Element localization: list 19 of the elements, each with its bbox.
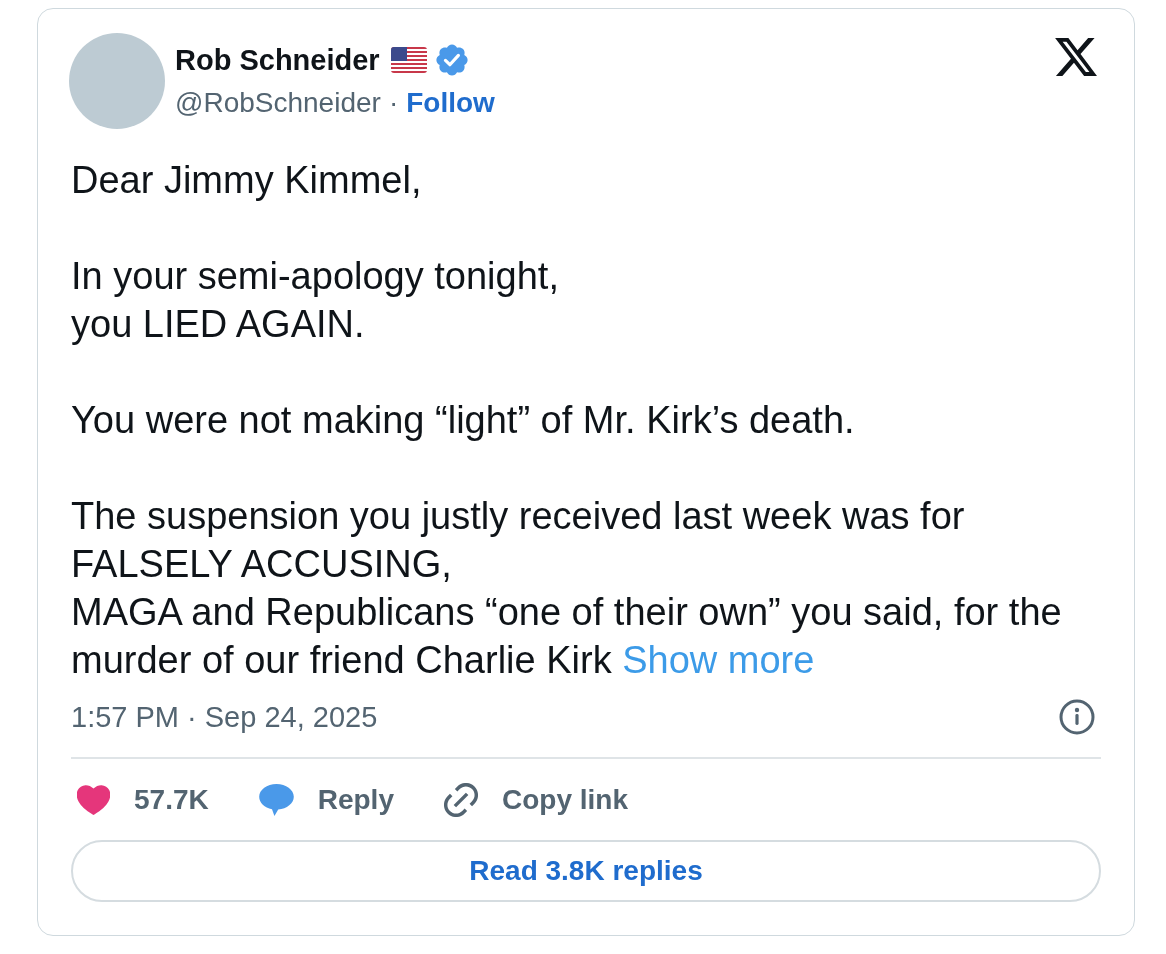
tweet-paragraph: The suspension you justly received last week was for FALSELY ACCUSING, MAGA and Republicans “one of their own” you said, for the murder of our friend Charlie Kirk Show more (71, 494, 1062, 683)
author-name[interactable]: Rob Schneider (175, 42, 380, 78)
like-button[interactable]: 57.7K (77, 782, 209, 818)
speech-bubble-icon (258, 784, 294, 816)
heart-icon (77, 785, 110, 815)
read-replies-button[interactable]: Read 3.8K replies (71, 840, 1101, 902)
tweet-paragraph: Dear Jimmy Kimmel, (71, 158, 422, 203)
separator-dot: · (388, 86, 399, 120)
info-icon[interactable] (1059, 699, 1095, 735)
x-logo-icon[interactable] (1055, 37, 1097, 77)
copy-link-button[interactable]: Copy link (443, 782, 628, 818)
reply-button[interactable]: Reply (258, 782, 394, 818)
timestamp-link[interactable]: 1:57 PM · Sep 24, 2025 (71, 699, 378, 735)
author-handle[interactable]: @RobSchneider (175, 85, 381, 121)
link-icon (443, 783, 478, 817)
flag-icon (390, 47, 427, 73)
tweet-paragraph: In your semi-apology tonight, you LIED AGAIN. (71, 254, 559, 347)
tweet-paragraph: You were not making “light” of Mr. Kirk’s death. (71, 398, 855, 443)
follow-link[interactable]: Follow (406, 85, 495, 121)
